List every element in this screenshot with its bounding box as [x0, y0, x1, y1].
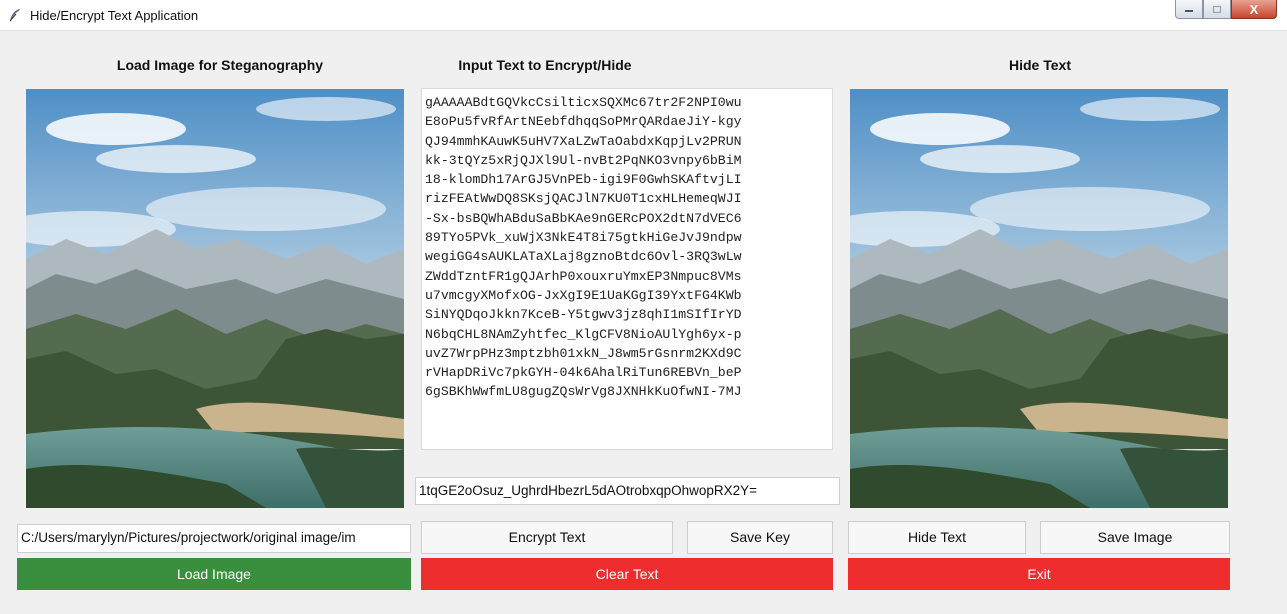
minimize-button[interactable] [1175, 0, 1203, 19]
text-line: ZWddTzntFR1gQJArhP0xouxruYmxEP3Nmpuc8VMs [425, 268, 742, 284]
save-key-button[interactable]: Save Key [687, 521, 833, 554]
save-image-button[interactable]: Save Image [1040, 521, 1230, 554]
feather-icon [9, 9, 20, 22]
text-line: 89TYo5PVk_xuWjX3NkE4T8i75gtkHiGeJvJ9ndpw [425, 230, 742, 246]
text-line: rVHapDRiVc7pkGYH-04k6AhalRiTun6REBVn_beP [425, 365, 742, 381]
text-line: rizFEAtWwDQ8SKsjQACJlN7KU0T1cxHLHemeqWJI [425, 191, 742, 207]
hide-text-button[interactable]: Hide Text [848, 521, 1026, 554]
minimize-icon [1185, 10, 1193, 12]
encrypt-text-button[interactable]: Encrypt Text [421, 521, 673, 554]
text-line: 6gSBKhWwfmLU8gugZQsWrVg8JXNHkKuOfwNI-7MJ [425, 384, 742, 400]
text-line: SiNYQDqoJkkn7KceB-Y5tgwv3jz8qhI1mSIfIrYD [425, 307, 742, 323]
exit-button[interactable]: Exit [848, 558, 1230, 590]
text-line: gAAAAABdtGQVkcCsilticxSQXMc67tr2F2NPI0wu [425, 95, 742, 110]
title-bar: Hide/Encrypt Text Application X [0, 0, 1287, 31]
text-line: uvZ7WrpPHz3mptzbh01xkN_J8wm5rGsnrm2KXd9C [425, 345, 742, 361]
hide-text-heading: Hide Text [1009, 57, 1071, 73]
input-text-area[interactable]: gAAAAABdtGQVkcCsilticxSQXMc67tr2F2NPI0wu… [421, 88, 833, 450]
original-image [26, 89, 404, 508]
maximize-icon [1212, 5, 1222, 13]
text-line: kk-3tQYz5xRjQJXl9Ul-nvBt2PqNKO3vnpy6bBiM [425, 152, 742, 168]
stego-image [850, 89, 1228, 508]
text-line: u7vmcgyXMofxOG-JxXgI9E1UaKGgI39YxtFG4KWb [425, 287, 742, 303]
clear-text-button[interactable]: Clear Text [421, 558, 833, 590]
text-line: 18-klomDh17ArGJ5VnPEb-igi9F0GwhSKAftvjLI [425, 172, 742, 188]
text-line: wegiGG4sAUKLATaXLaj8gznoBtdc6Ovl-3RQ3wLw [425, 249, 742, 265]
landscape-image [850, 89, 1228, 508]
close-button[interactable]: X [1231, 0, 1277, 19]
window-title: Hide/Encrypt Text Application [30, 8, 199, 23]
close-icon: X [1249, 1, 1259, 17]
text-line: QJ94mmhKAuwK5uHV7XaLZwTaOabdxKqpjLv2PRUN [425, 133, 742, 149]
maximize-button[interactable] [1203, 0, 1231, 19]
text-line: N6bqCHL8NAmZyhtfec_KlgCFV8NioAUlYgh6yx-p [425, 326, 742, 342]
window-controls: X [1175, 0, 1277, 22]
load-image-heading: Load Image for Steganography [116, 57, 324, 73]
text-line: -Sx-bsBQWhABduSaBbKAe9nGERcPOX2dtN7dVEC6 [425, 210, 742, 226]
encrypted-text: gAAAAABdtGQVkcCsilticxSQXMc67tr2F2NPI0wu… [425, 93, 832, 402]
load-image-button[interactable]: Load Image [17, 558, 411, 590]
image-path-field[interactable]: C:/Users/marylyn/Pictures/projectwork/or… [17, 524, 411, 553]
key-field[interactable]: 1tqGE2oOsuz_UghrdHbezrL5dAOtrobxqpOhwopR… [415, 477, 840, 505]
landscape-image [26, 89, 404, 508]
input-text-heading: Input Text to Encrypt/Hide [458, 57, 632, 73]
text-line: E8oPu5fvRfArtNEebfdhqqSoPMrQARdaeJiY-kgy [425, 114, 742, 130]
